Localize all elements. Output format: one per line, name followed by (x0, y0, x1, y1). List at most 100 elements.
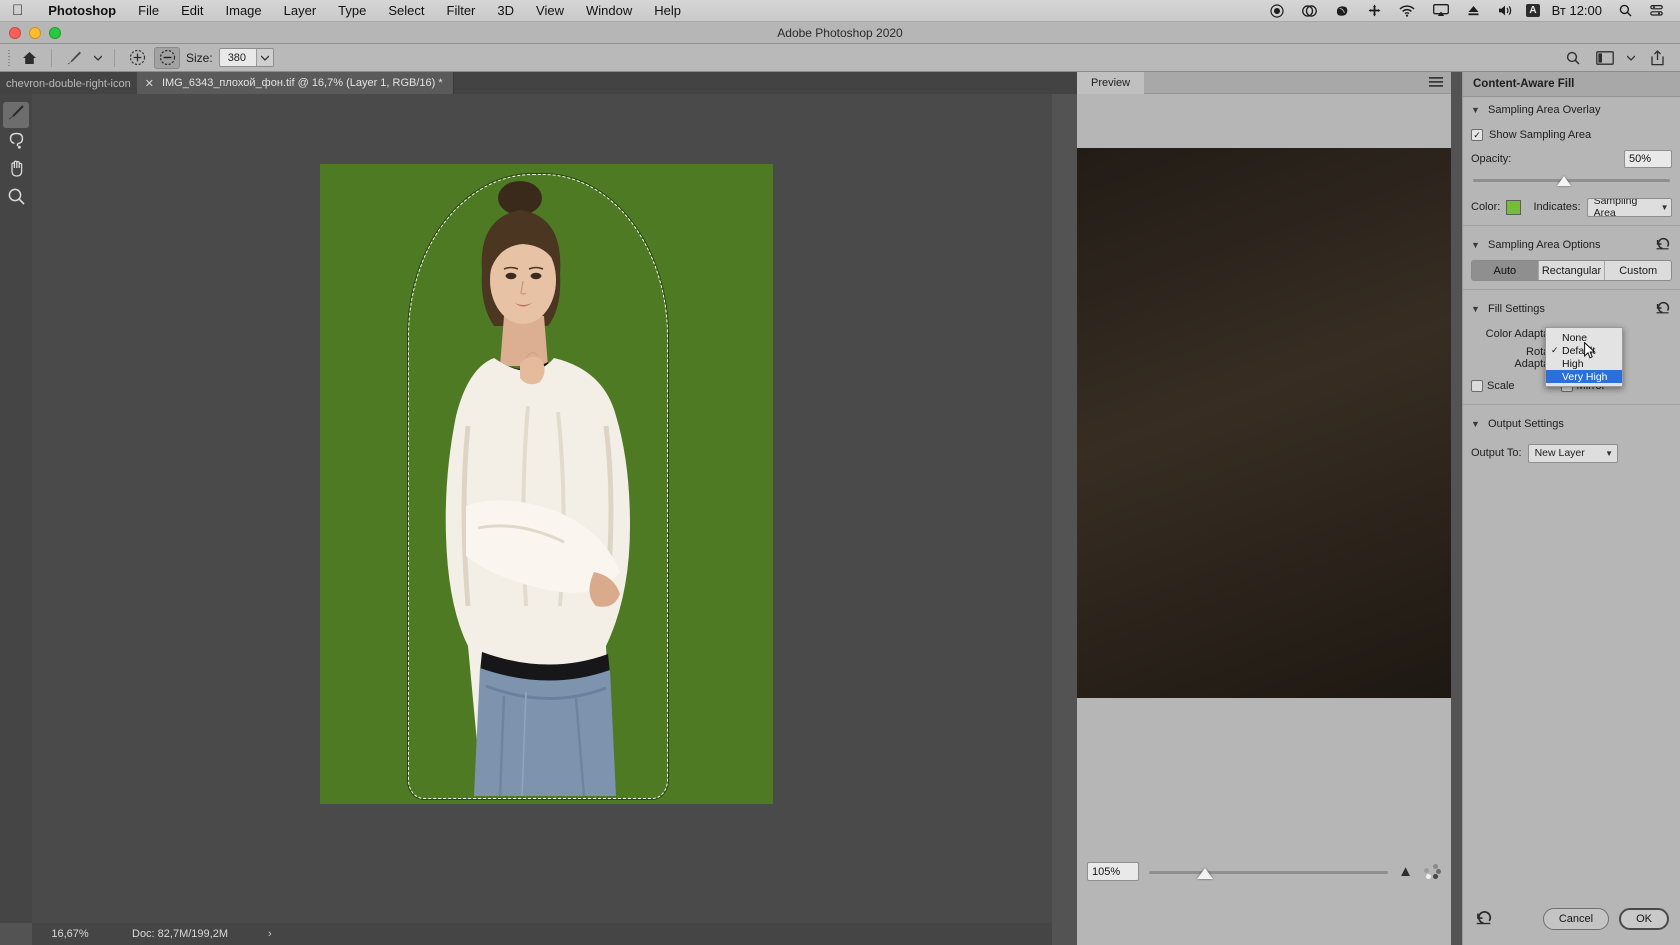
show-sampling-area-row[interactable]: ✓ Show Sampling Area (1471, 123, 1672, 147)
cancel-button[interactable]: Cancel (1542, 908, 1610, 930)
menu-item-layer[interactable]: Layer (273, 0, 328, 22)
options-bar-separator-2 (114, 48, 115, 67)
output-to-select[interactable]: New Layer ▼ (1527, 443, 1618, 463)
status-expand-arrow-icon[interactable]: › (268, 928, 272, 940)
airplay-icon[interactable] (1424, 4, 1458, 17)
menu-item-3d[interactable]: 3D (486, 0, 525, 22)
brush-size-chevron-down-icon[interactable] (255, 49, 273, 66)
close-icon[interactable]: ✕ (145, 77, 154, 90)
opacity-row: Opacity: (1471, 147, 1672, 171)
document-tab[interactable]: ✕ IMG_6343_плохой_фон.tif @ 16,7% (Layer… (136, 72, 454, 94)
sampling-area-segmented-control[interactable]: Auto Rectangular Custom (1471, 260, 1672, 281)
segment-rectangular[interactable]: Rectangular (1538, 261, 1606, 280)
wifi-icon[interactable] (1390, 4, 1424, 17)
record-icon[interactable] (1261, 3, 1293, 18)
apple-logo-icon[interactable]:  (12, 3, 23, 18)
preview-tab-bar: Preview (1077, 71, 1451, 94)
brush-tool[interactable] (3, 102, 29, 128)
preview-image[interactable] (1077, 148, 1451, 698)
indicates-select[interactable]: Sampling Area ▼ (1586, 197, 1672, 217)
menu-item-help[interactable]: Help (643, 0, 692, 22)
brush-size-value[interactable]: 380 (220, 49, 256, 66)
section-output-settings: ▼ Output Settings Output To: New Layer ▼ (1463, 411, 1680, 465)
spotlight-search-icon[interactable] (1610, 4, 1641, 17)
menu-item-view[interactable]: View (525, 0, 575, 22)
hand-tool[interactable] (3, 158, 29, 184)
brush-size-combo[interactable]: 380 (218, 48, 274, 67)
opacity-slider-knob[interactable] (1557, 176, 1571, 186)
chevron-double-right-icon[interactable]: chevron-double-right-icon (0, 78, 137, 94)
sampling-overlay-header[interactable]: ▼ Sampling Area Overlay (1471, 97, 1672, 123)
options-bar-grip[interactable] (4, 48, 14, 68)
show-sampling-area-label: Show Sampling Area (1489, 129, 1592, 141)
menu-item-type[interactable]: Type (327, 0, 377, 22)
preview-zoom-input[interactable] (1087, 862, 1139, 881)
chevron-down-icon[interactable]: ▼ (1471, 419, 1481, 429)
tab-preview[interactable]: Preview (1077, 71, 1145, 94)
search-icon[interactable] (1560, 47, 1586, 69)
menu-item-edit[interactable]: Edit (170, 0, 214, 22)
menu-bar-clock[interactable]: Вт 12:00 (1544, 3, 1610, 18)
chevron-down-icon[interactable]: ▼ (1658, 199, 1671, 216)
segment-custom[interactable]: Custom (1605, 261, 1671, 280)
opacity-slider-track (1473, 179, 1670, 182)
mouse-cursor-icon (1584, 341, 1596, 360)
menu-item-image[interactable]: Image (215, 0, 273, 22)
opacity-input[interactable] (1624, 150, 1672, 168)
document-canvas[interactable] (320, 164, 773, 804)
sampling-options-header[interactable]: ▼ Sampling Area Options (1471, 232, 1672, 258)
reset-icon[interactable] (1475, 910, 1492, 928)
eject-icon[interactable] (1458, 4, 1489, 17)
preview-zoom-slider[interactable] (1149, 863, 1389, 881)
chevron-down-icon[interactable]: ▼ (1602, 445, 1617, 462)
evernote-icon[interactable] (1326, 4, 1359, 18)
opacity-label: Opacity: (1471, 153, 1512, 165)
lasso-tool[interactable] (3, 130, 29, 156)
zoom-tool[interactable] (3, 186, 29, 212)
status-zoom-level[interactable]: 16,67% (32, 928, 108, 940)
scale-checkbox[interactable] (1471, 380, 1483, 392)
warning-icon[interactable]: ▲ (1398, 864, 1413, 879)
brush-preset-chevron-down-icon[interactable] (91, 47, 105, 69)
add-to-selection-icon[interactable] (124, 47, 150, 69)
workspace-icon[interactable] (1592, 47, 1618, 69)
subtract-from-selection-icon[interactable] (154, 46, 180, 69)
control-center-icon[interactable] (1641, 4, 1672, 17)
menu-item-filter[interactable]: Filter (436, 0, 487, 22)
show-sampling-area-checkbox[interactable]: ✓ (1471, 129, 1483, 141)
opacity-slider[interactable] (1473, 173, 1670, 189)
menu-item-select[interactable]: Select (377, 0, 435, 22)
canvas-area[interactable] (32, 94, 1052, 923)
reset-icon[interactable] (1655, 301, 1670, 316)
chevron-down-icon[interactable]: ▼ (1471, 304, 1481, 314)
busy-dots-icon[interactable] (1423, 863, 1441, 881)
menu-item-file[interactable]: File (127, 0, 170, 22)
color-label: Color: (1471, 201, 1501, 213)
menu-item-window[interactable]: Window (575, 0, 643, 22)
panel-footer: Cancel OK (1463, 893, 1680, 945)
document-tab-label: IMG_6343_плохой_фон.tif @ 16,7% (Layer 1… (161, 77, 443, 89)
fill-settings-header[interactable]: ▼ Fill Settings (1471, 296, 1672, 322)
workspace-chevron-down-icon[interactable] (1624, 47, 1638, 69)
dropbox-icon[interactable] (1293, 4, 1326, 18)
vpn-icon[interactable] (1359, 4, 1390, 17)
dropdown-item-very-high[interactable]: Very High (1546, 370, 1622, 383)
sampling-overlay-title: Sampling Area Overlay (1488, 104, 1601, 116)
brush-preset-icon[interactable] (61, 47, 87, 69)
overlay-color-swatch[interactable] (1506, 199, 1522, 215)
volume-icon[interactable] (1489, 4, 1522, 17)
indicates-value: Sampling Area (1593, 197, 1638, 217)
panel-menu-icon[interactable] (1429, 76, 1451, 90)
content-aware-fill-panel: Content-Aware Fill ▼ Sampling Area Overl… (1462, 72, 1680, 945)
segment-auto[interactable]: Auto (1472, 261, 1539, 280)
input-source-badge[interactable]: A (1526, 4, 1540, 17)
ok-button[interactable]: OK (1619, 908, 1669, 930)
output-settings-header[interactable]: ▼ Output Settings (1471, 411, 1672, 437)
home-icon[interactable] (16, 47, 42, 69)
chevron-down-icon[interactable]: ▼ (1471, 105, 1481, 115)
slider-knob[interactable] (1197, 867, 1213, 879)
chevron-down-icon[interactable]: ▼ (1471, 240, 1481, 250)
menu-item-photoshop[interactable]: Photoshop (37, 0, 127, 22)
reset-icon[interactable] (1655, 237, 1670, 252)
share-icon[interactable] (1644, 47, 1670, 69)
